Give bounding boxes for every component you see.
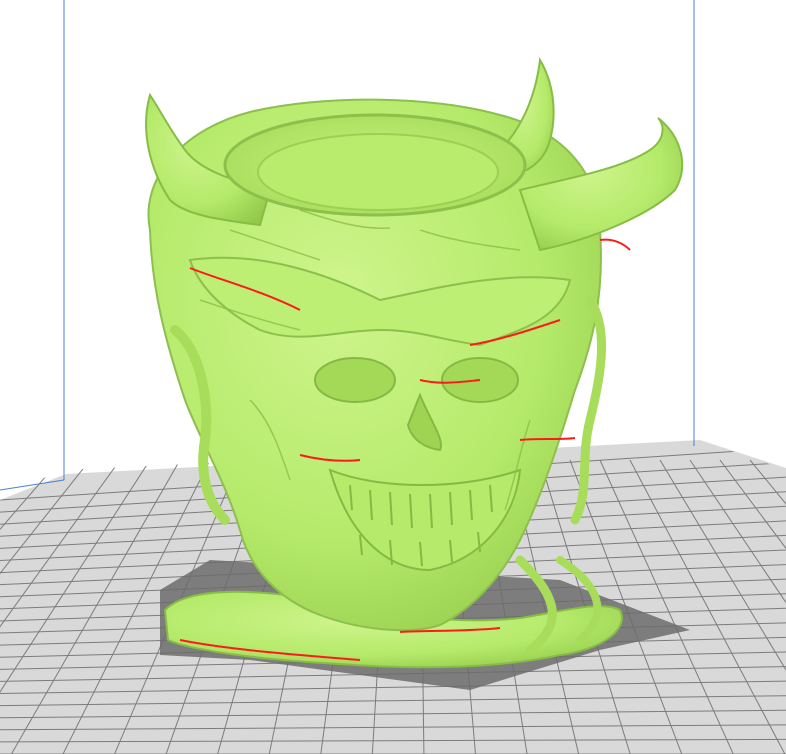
slicer-3d-viewport[interactable] (0, 0, 786, 754)
